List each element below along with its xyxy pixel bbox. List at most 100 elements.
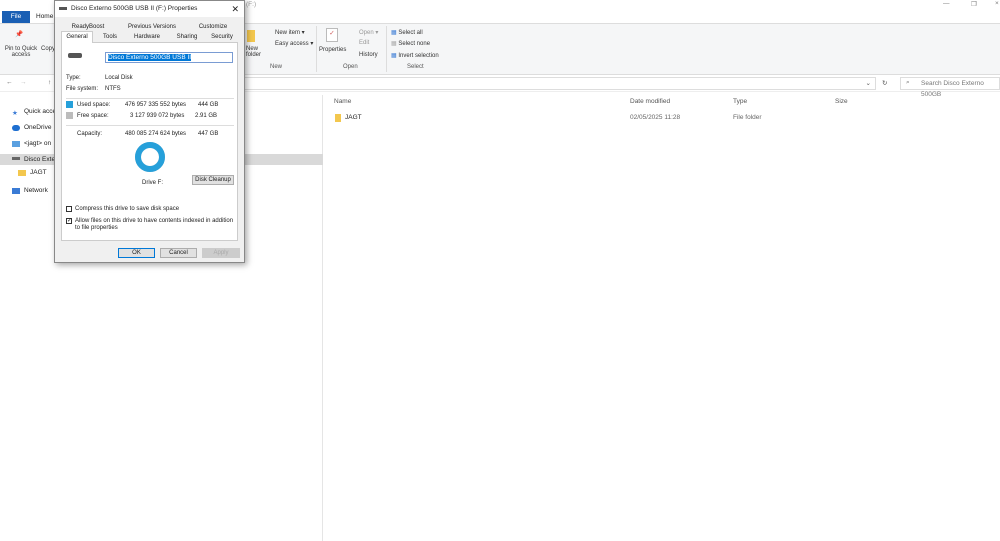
close-window-button[interactable]: × bbox=[995, 0, 999, 7]
divider bbox=[386, 26, 387, 72]
select-none-button[interactable]: ▦ Select none bbox=[391, 40, 430, 47]
drive-icon bbox=[59, 7, 67, 10]
used-label: Used space: bbox=[77, 102, 111, 108]
invert-selection-label: Invert selection bbox=[398, 53, 439, 59]
star-icon: ★ bbox=[12, 110, 18, 117]
properties-dialog: Disco Externo 500GB USB II (F:) Properti… bbox=[54, 0, 245, 263]
new-folder-button[interactable]: New folder bbox=[246, 46, 264, 58]
column-type[interactable]: Type bbox=[733, 98, 747, 105]
compress-label: Compress this drive to save disk space bbox=[75, 206, 180, 212]
edit-button[interactable]: Edit bbox=[359, 40, 369, 46]
cancel-button[interactable]: Cancel bbox=[160, 248, 197, 258]
tab-security[interactable]: Security bbox=[205, 32, 239, 42]
up-icon[interactable]: ↑ bbox=[48, 79, 51, 86]
copy-button[interactable]: Copy bbox=[41, 46, 55, 52]
free-color-swatch bbox=[66, 112, 73, 119]
used-gb: 444 GB bbox=[198, 102, 219, 108]
dialog-titlebar: Disco Externo 500GB USB II (F:) Properti… bbox=[55, 1, 244, 17]
group-select-label: Select bbox=[407, 64, 424, 70]
close-dialog-button[interactable]: ✕ bbox=[231, 1, 239, 17]
used-bytes: 476 957 335 552 bytes bbox=[125, 102, 187, 108]
divider bbox=[66, 125, 234, 126]
file-name: JAGT bbox=[345, 114, 362, 121]
tab-general[interactable]: General bbox=[61, 31, 93, 43]
tab-hardware[interactable]: Hardware bbox=[127, 32, 167, 42]
capacity-gb: 447 GB bbox=[198, 131, 219, 137]
divider bbox=[316, 26, 317, 72]
drive-label: Drive F: bbox=[142, 180, 163, 186]
nav-jagt[interactable]: JAGT bbox=[30, 169, 47, 176]
used-space-arc bbox=[135, 142, 165, 172]
select-none-label: Select none bbox=[398, 41, 431, 47]
tab-sharing[interactable]: Sharing bbox=[169, 32, 205, 42]
nav-this-pc[interactable]: <jagt> on bbox=[24, 140, 51, 147]
easy-access-button[interactable]: Easy access ▾ bbox=[275, 40, 313, 47]
tab-tools[interactable]: Tools bbox=[95, 32, 125, 42]
pin-quick-access-button[interactable]: Pin to Quick access bbox=[4, 46, 38, 58]
tab-file[interactable]: File bbox=[2, 11, 30, 23]
general-panel: Disco Externo 500GB USB II Type: Local D… bbox=[61, 42, 238, 241]
free-label: Free space: bbox=[77, 113, 109, 119]
type-value: Local Disk bbox=[105, 75, 133, 81]
folder-icon bbox=[335, 114, 341, 122]
properties-button[interactable]: Properties bbox=[319, 47, 346, 53]
capacity-label: Capacity: bbox=[77, 131, 103, 137]
folder-icon bbox=[247, 30, 255, 42]
usb-drive-icon bbox=[68, 53, 82, 58]
network-icon bbox=[12, 188, 20, 194]
column-date-modified[interactable]: Date modified bbox=[630, 98, 670, 105]
usage-donut-chart bbox=[135, 142, 165, 172]
chevron-down-icon[interactable]: ⌄ bbox=[866, 79, 871, 87]
fs-value: NTFS bbox=[105, 86, 121, 92]
dialog-title: Disco Externo 500GB USB II (F:) Properti… bbox=[71, 5, 198, 12]
column-size[interactable]: Size bbox=[835, 98, 848, 105]
column-name[interactable]: Name bbox=[334, 98, 351, 105]
compress-checkbox[interactable] bbox=[66, 206, 72, 212]
free-bytes: 3 127 939 072 bytes bbox=[130, 113, 185, 119]
nav-onedrive[interactable]: OneDrive bbox=[24, 124, 51, 131]
cloud-icon bbox=[12, 125, 20, 131]
checkmark-icon: ✓ bbox=[67, 218, 73, 224]
index-label: Allow files on this drive to have conten… bbox=[75, 218, 234, 231]
refresh-icon[interactable]: ↻ bbox=[882, 79, 887, 87]
minimize-button[interactable]: — bbox=[943, 0, 950, 7]
apply-button[interactable]: Apply bbox=[202, 248, 240, 258]
search-input[interactable]: Search Disco Externo 500GB bbox=[900, 77, 1000, 98]
history-button[interactable]: History bbox=[359, 52, 378, 58]
free-gb: 2.91 GB bbox=[195, 113, 218, 119]
fs-label: File system: bbox=[66, 86, 99, 92]
drive-name-input[interactable]: Disco Externo 500GB USB II bbox=[105, 52, 233, 63]
window-title: (F:) bbox=[246, 1, 257, 8]
disk-cleanup-button[interactable]: Disk Cleanup bbox=[192, 175, 234, 185]
nav-network[interactable]: Network bbox=[24, 187, 48, 194]
tab-customize[interactable]: Customize bbox=[191, 22, 235, 32]
drive-icon bbox=[12, 157, 20, 160]
capacity-bytes: 480 085 274 624 bytes bbox=[125, 131, 187, 137]
drive-name-value: Disco Externo 500GB USB II bbox=[108, 54, 192, 61]
file-row[interactable]: JAGT 02/05/2025 11:28 File folder bbox=[320, 113, 920, 123]
tab-previous-versions[interactable]: Previous Versions bbox=[115, 22, 189, 32]
tab-home[interactable]: Home bbox=[36, 13, 53, 20]
group-new-label: New bbox=[270, 64, 283, 70]
back-icon[interactable]: ← bbox=[6, 79, 13, 86]
used-color-swatch bbox=[66, 101, 73, 108]
divider bbox=[66, 98, 234, 99]
select-all-label: Select all bbox=[398, 30, 423, 36]
type-label: Type: bbox=[66, 75, 81, 81]
select-all-button[interactable]: ▦ Select all bbox=[391, 29, 423, 36]
properties-icon: ✓ bbox=[326, 28, 338, 42]
pin-icon: 📌 bbox=[15, 31, 24, 38]
computer-icon bbox=[12, 141, 20, 147]
new-item-button[interactable]: New item ▾ bbox=[275, 29, 305, 36]
invert-selection-button[interactable]: ▦ Invert selection bbox=[391, 52, 439, 59]
group-open-label: Open bbox=[343, 64, 358, 70]
file-date: 02/05/2025 11:28 bbox=[630, 114, 681, 121]
index-checkbox[interactable]: ✓ bbox=[66, 218, 72, 224]
folder-icon bbox=[18, 170, 26, 176]
search-icon: ⌕ bbox=[906, 79, 910, 86]
maximize-button[interactable]: ❐ bbox=[971, 0, 977, 8]
ok-button[interactable]: OK bbox=[118, 248, 155, 258]
forward-icon[interactable]: → bbox=[20, 79, 27, 86]
open-button[interactable]: Open ▾ bbox=[359, 29, 378, 36]
file-type: File folder bbox=[733, 114, 762, 121]
